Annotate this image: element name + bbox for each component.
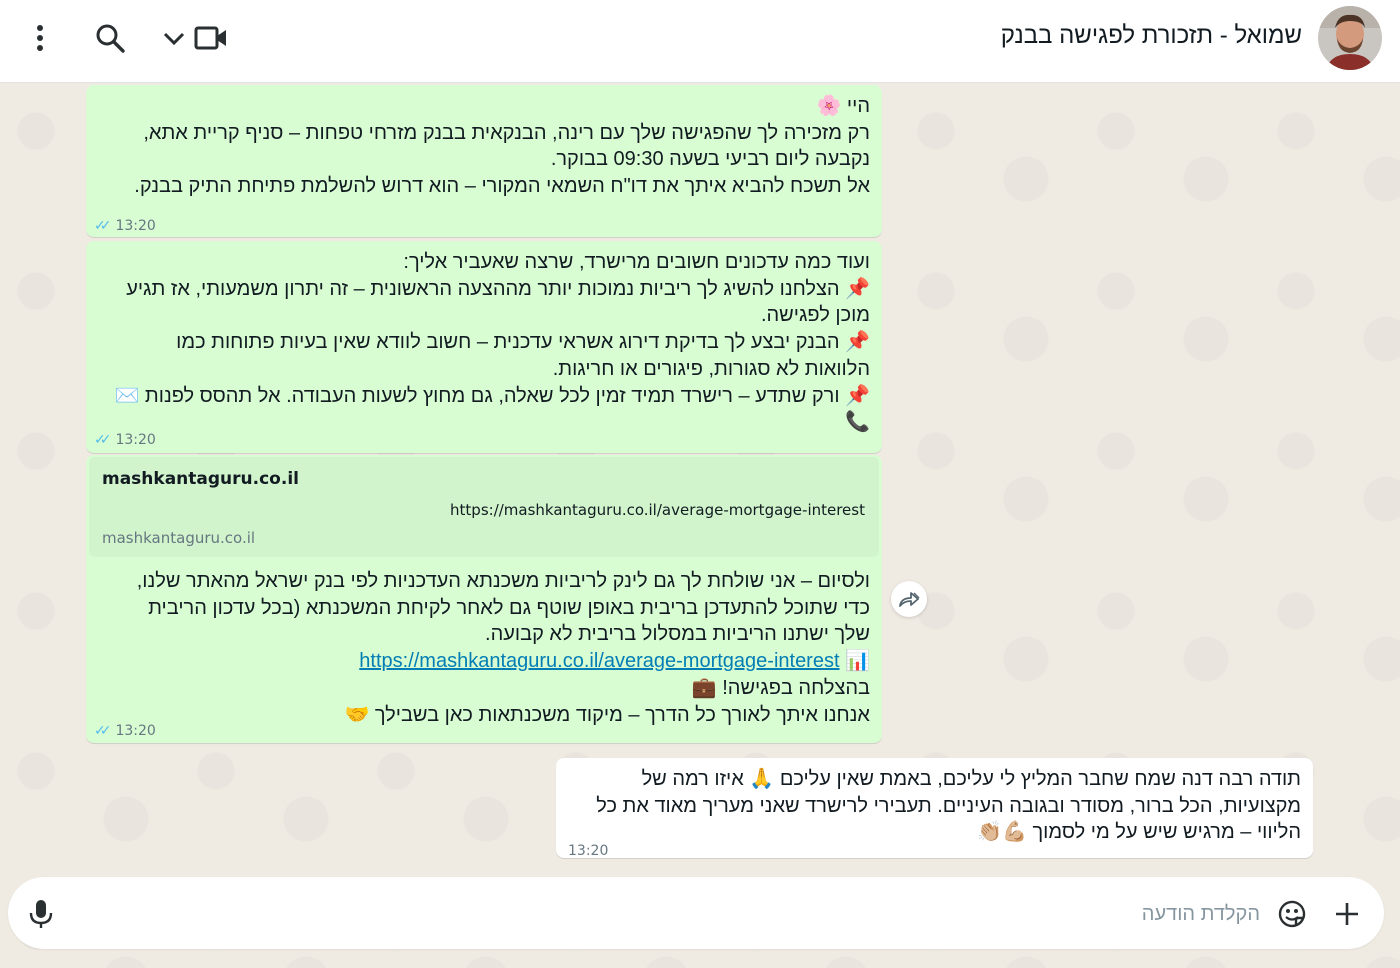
link-preview-domain: mashkantaguru.co.il [102,529,256,547]
message-line: שלך ישתנו הריביות במסלול בריבית לא קבועה… [485,623,870,646]
message-line: מוכן לפגישה. [760,304,870,327]
message-line: בהצלחה בפגישה! 💼 [691,676,870,699]
message-time: 13:20 [115,218,156,234]
link-preview-url: https://mashkantaguru.co.il/average-mort… [450,501,865,519]
chart-emoji: 📊 [845,650,870,673]
read-receipt-icon: ✓✓ [94,218,112,234]
forward-icon [899,592,920,607]
message-line: כדי שתוכל להתעדכן בריבית באופן שוטף גם ל… [148,596,870,619]
message-line: 📌 הצלחנו להשיג לך ריביות נמוכות יותר מהה… [126,277,870,300]
forward-button[interactable] [891,581,927,617]
mortgage-interest-link[interactable]: https://mashkantaguru.co.il/average-mort… [359,650,839,672]
message-line: היי 🌸 [816,95,870,117]
message-line: רק מזכירה לך שהפגישה שלך עם רינה, הבנקאי… [143,121,870,144]
message-time: 13:20 [115,723,156,739]
message-line: נקבעה ליום רביעי בשעה 09:30 בבוקר. [550,148,870,171]
link-preview[interactable]: mashkantaguru.co.il https://mashkantagur… [89,457,879,557]
message-bubble-outgoing[interactable]: ועוד כמה עדכונים חשובים מרישרד, שרצה שאע… [86,241,882,453]
chevron-down-icon[interactable] [162,30,186,48]
message-line: אנחנו איתך לאורך כל הדרך – מיקוד משכנתאו… [344,703,870,726]
chat-title[interactable]: שמואל - תזכורת לפגישה בבנק [1001,22,1302,50]
search-icon[interactable] [94,22,126,54]
message-line: 📞 [845,411,870,434]
microphone-icon[interactable] [28,899,54,929]
message-line: ועוד כמה עדכונים חשובים מרישרד, שרצה שאע… [403,251,870,273]
sticker-icon[interactable] [1276,898,1308,930]
message-input[interactable] [98,895,1262,933]
link-preview-title: mashkantaguru.co.il [102,469,299,489]
message-bubble-outgoing[interactable]: היי 🌸 רק מזכירה לך שהפגישה שלך עם רינה, … [86,85,882,237]
more-vertical-icon[interactable] [26,22,54,56]
message-line: הלוואות לא סגורות, פיגורים או חריגות. [552,357,870,380]
message-line: תודה רבה דנה שמח שחבר המליץ לי עליכם, בא… [749,768,1301,790]
message-line: 📌 ורק שתדע – רישרד תמיד זמין לכל שאלה, ג… [114,384,870,407]
message-line-link: 📊 https://mashkantaguru.co.il/average-mo… [137,648,870,675]
message-line: 📌 הבנק יבצע לך בדיקת דירוג אשראי עדכנית … [176,331,870,354]
read-receipt-icon: ✓✓ [94,432,112,448]
message-time: 13:20 [115,432,156,448]
message-line: אל תשכח להביא איתך את דו"ח השמאי המקורי … [134,175,870,198]
avatar[interactable] [1318,6,1382,70]
message-bubble-incoming[interactable]: תודה רבה דנה שמח שחבר המליץ לי עליכם, בא… [556,758,1313,859]
message-time: 13:20 [568,843,609,859]
chat-header: שמואל - תזכורת לפגישה בבנק [0,0,1400,83]
video-icon[interactable] [194,24,228,52]
plus-icon[interactable] [1334,901,1360,927]
read-receipt-icon: ✓✓ [94,723,112,739]
message-line: ולסיום – אני שולחת לך גם לינק לריביות מש… [136,570,870,592]
message-composer [8,877,1384,949]
message-body: ולסיום – אני שולחת לך גם לינק לריביות מש… [86,560,882,740]
